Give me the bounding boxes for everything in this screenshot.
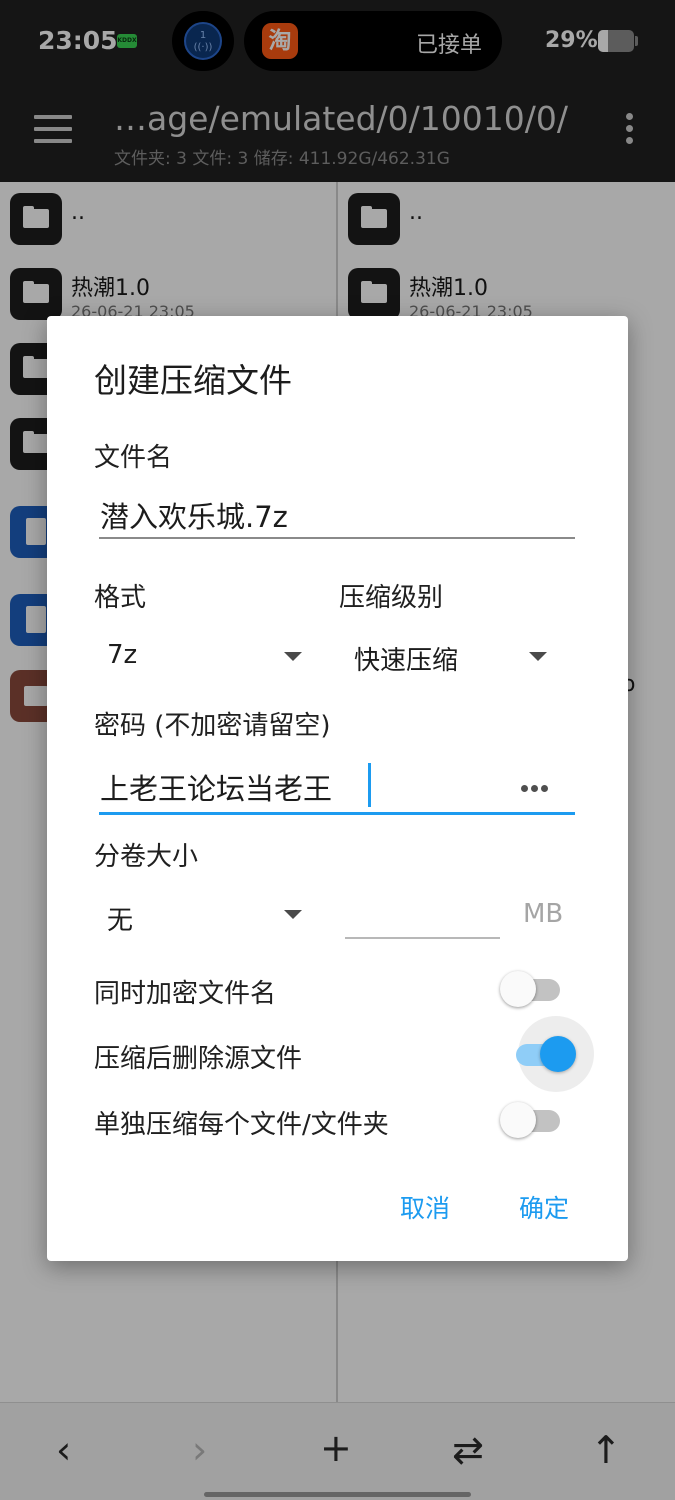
split-size-label: 分卷大小 <box>94 842 199 872</box>
password-input[interactable]: 上老王论坛当老王 <box>100 766 332 808</box>
format-select-value: 7z <box>107 640 138 670</box>
dialog-title: 创建压缩文件 <box>94 361 292 400</box>
text-cursor <box>368 763 371 807</box>
toggle-label-separate-archives: 单独压缩每个文件/文件夹 <box>94 1110 389 1140</box>
toggle-label-delete-source: 压缩后删除源文件 <box>94 1044 303 1074</box>
split-size-unit: MB <box>523 899 564 929</box>
split-size-input[interactable] <box>347 896 497 932</box>
split-size-value: 无 <box>107 906 134 936</box>
compression-level-value: 快速压缩 <box>354 646 459 676</box>
create-archive-dialog: 创建压缩文件 文件名 潜入欢乐城.7z 格式 压缩级别 7z 快速压缩 密码 (… <box>47 316 628 1261</box>
encrypt-filenames-switch[interactable] <box>500 971 564 1007</box>
show-password-icon[interactable] <box>521 777 555 792</box>
filename-input[interactable]: 潜入欢乐城.7z <box>100 494 288 536</box>
format-label: 格式 <box>94 583 147 613</box>
filename-label: 文件名 <box>94 443 173 473</box>
chevron-down-icon <box>529 652 547 661</box>
chevron-down-icon <box>284 652 302 661</box>
compression-level-label: 压缩级别 <box>339 583 444 613</box>
chevron-down-icon <box>284 910 302 919</box>
password-label: 密码 (不加密请留空) <box>94 711 331 741</box>
ok-button[interactable]: 确定 <box>519 1189 569 1225</box>
delete-source-switch[interactable] <box>512 1016 594 1092</box>
toggle-label-encrypt-names: 同时加密文件名 <box>94 979 277 1009</box>
cancel-button[interactable]: 取消 <box>400 1189 450 1225</box>
compress-separately-switch[interactable] <box>500 1102 564 1138</box>
